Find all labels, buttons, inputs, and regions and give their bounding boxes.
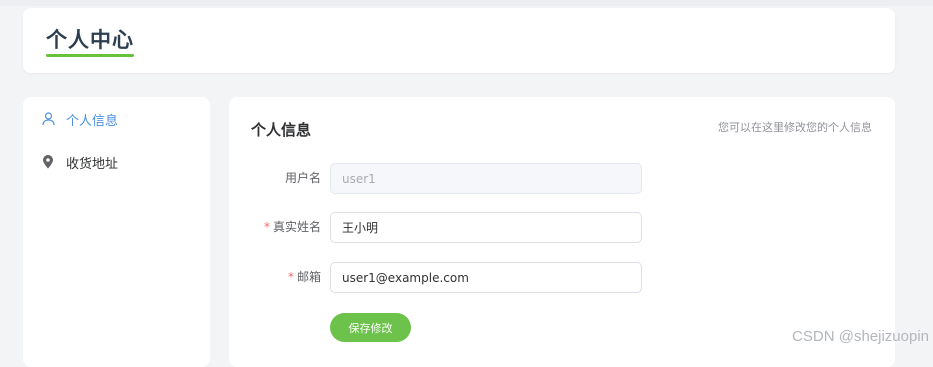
sidebar-item-profile[interactable]: 个人信息	[41, 109, 118, 129]
page-title: 个人中心	[46, 28, 134, 52]
email-field[interactable]	[330, 262, 642, 293]
username-field	[330, 163, 642, 194]
save-button[interactable]: 保存修改	[330, 313, 411, 342]
user-icon	[41, 112, 55, 126]
location-pin-icon	[41, 155, 55, 169]
real-name-label: * 真实姓名	[263, 220, 321, 234]
sidebar: 个人信息 收货地址	[23, 97, 210, 367]
header-card: 个人中心	[23, 8, 895, 73]
title-underline	[46, 54, 134, 57]
required-mark: *	[287, 270, 294, 284]
section-title: 个人信息	[251, 121, 312, 139]
username-label: 用户名	[284, 171, 321, 185]
real-name-field[interactable]	[330, 212, 642, 243]
top-strip	[0, 0, 933, 6]
email-label: * 邮箱	[287, 270, 321, 284]
sidebar-item-label: 个人信息	[66, 113, 119, 129]
watermark: CSDN @shejizuopin	[792, 328, 929, 345]
required-mark: *	[263, 220, 270, 234]
sidebar-item-label: 收货地址	[66, 156, 119, 172]
sidebar-item-address[interactable]: 收货地址	[41, 152, 118, 172]
form-row-real-name: * 真实姓名	[229, 212, 895, 243]
section-hint: 您可以在这里修改您的个人信息	[718, 121, 872, 134]
form-row-username: 用户名	[229, 163, 895, 194]
form-row-email: * 邮箱	[229, 262, 895, 293]
